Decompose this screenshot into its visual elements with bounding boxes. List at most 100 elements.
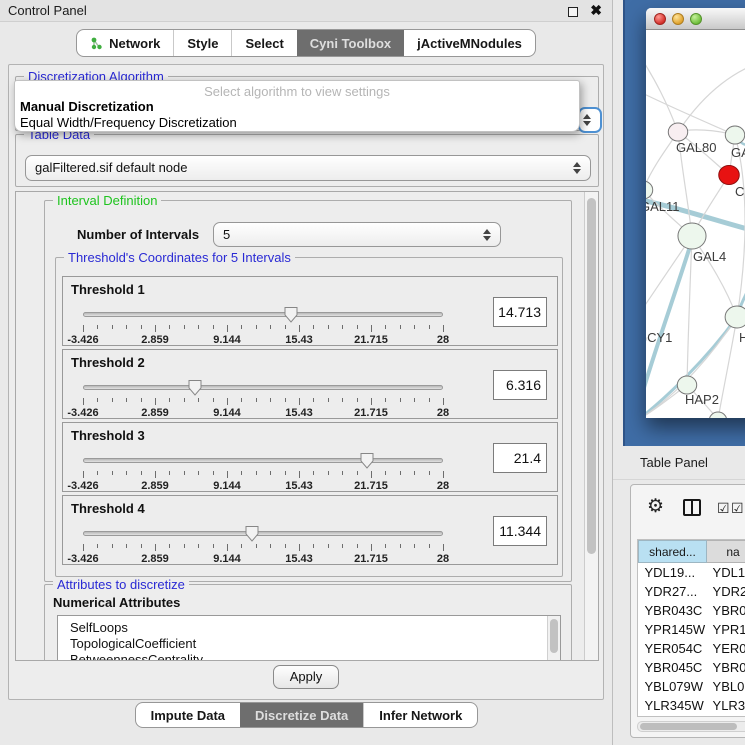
minimize-traffic-light-icon[interactable] [672, 13, 684, 25]
scrollbar-thumb[interactable] [587, 198, 596, 554]
table-data-combobox-value: galFiltered.sif default node [35, 160, 187, 175]
slider-thumb-icon[interactable] [360, 452, 374, 469]
slider-ticks [83, 325, 443, 333]
network-window-titlebar[interactable] [646, 8, 745, 30]
threshold-label: Threshold 1 [71, 282, 145, 297]
number-of-intervals-value: 5 [223, 227, 230, 242]
column-header-shared-name[interactable]: shared... [639, 541, 707, 563]
tab-network[interactable]: Network [77, 30, 173, 56]
table-row[interactable]: YBL079WYBL0 [639, 677, 745, 696]
attribute-list-item[interactable]: TopologicalCoefficient [58, 635, 560, 651]
table-row[interactable]: YIL052CYIL0 [639, 715, 745, 718]
threshold-panel: Threshold 2 -3.4262.8599.14415.4321.7152… [62, 349, 558, 419]
gear-icon[interactable]: ⚙ [647, 496, 664, 518]
network-canvas[interactable]: GAL80GACGAL11GAL4GCY1HAHAP2 [646, 30, 745, 418]
top-tab-bar: Network Style Select Cyni Toolbox jActiv… [0, 29, 612, 57]
network-view-window[interactable]: GAL80GACGAL11GAL4GCY1HAHAP2 [646, 8, 745, 418]
slider-scale-labels: -3.4262.8599.14415.4321.71528 [83, 480, 443, 492]
network-node-label: GCY1 [646, 330, 672, 345]
column-header-name[interactable]: na [707, 541, 745, 563]
network-node-label: GAL80 [676, 140, 716, 155]
table-row[interactable]: YBR045CYBR0 [639, 658, 745, 677]
dropdown-item-manual-discretization[interactable]: Manual Discretization [18, 99, 576, 115]
slider-thumb-icon[interactable] [245, 525, 259, 542]
tab-impute-data[interactable]: Impute Data [136, 703, 240, 727]
threshold-panel: Threshold 4 -3.4262.8599.14415.4321.7152… [62, 495, 558, 565]
attribute-list-item[interactable]: BetweennessCentrality [58, 651, 560, 661]
slider-thumb-icon[interactable] [284, 306, 298, 323]
slider-track[interactable] [83, 312, 443, 317]
control-panel: Control Panel ✖ Network Style Select [0, 0, 613, 745]
bottom-tab-bar: Impute Data Discretize Data Infer Networ… [0, 702, 613, 728]
tab-cyni-toolbox[interactable]: Cyni Toolbox [297, 30, 404, 56]
node-table: shared... na YDL19...YDL1YDR27...YDR2YBR… [637, 539, 745, 717]
table-data-group: Table Data galFiltered.sif default node [15, 134, 599, 187]
scrollbar-thumb[interactable] [640, 723, 737, 730]
close-traffic-light-icon[interactable] [654, 13, 666, 25]
tab-infer-network[interactable]: Infer Network [363, 703, 477, 727]
slider-track[interactable] [83, 458, 443, 463]
dropdown-placeholder-item: Select algorithm to view settings [15, 84, 579, 99]
interval-definition-group: Interval Definition Number of Intervals … [44, 200, 572, 582]
slider-thumb-icon[interactable] [188, 379, 202, 396]
threshold-value-field[interactable]: 14.713 [493, 297, 547, 327]
checkbox-checked-icon[interactable]: ☑ [717, 500, 730, 517]
slider-scale-labels: -3.4262.8599.14415.4321.71528 [83, 407, 443, 419]
app-screen: Control Panel ✖ Network Style Select [0, 0, 745, 745]
network-node-label: C [735, 184, 744, 199]
network-node-label: HAP2 [685, 392, 719, 407]
algorithm-combobox[interactable] [578, 107, 602, 133]
slider-ticks [83, 471, 443, 479]
table-row[interactable]: YDR27...YDR2 [639, 582, 745, 601]
network-node-label: HA [739, 330, 745, 345]
table-row[interactable]: YER054CYER0 [639, 639, 745, 658]
threshold-slider[interactable]: -3.4262.8599.14415.4321.71528 [83, 524, 443, 564]
control-panel-title: Control Panel [8, 3, 87, 18]
network-node-label: GAL11 [646, 199, 680, 214]
number-of-intervals-combobox[interactable]: 5 [213, 222, 501, 247]
threshold-slider[interactable]: -3.4262.8599.14415.4321.71528 [83, 378, 443, 418]
zoom-traffic-light-icon[interactable] [690, 13, 702, 25]
tab-style[interactable]: Style [173, 30, 231, 56]
attribute-list-item[interactable]: SelfLoops [58, 619, 560, 635]
attributes-group-title: Attributes to discretize [53, 577, 189, 592]
checkbox-checked-icon[interactable]: ☑ [731, 500, 744, 517]
network-node[interactable] [678, 223, 706, 249]
thresholds-group: Threshold's Coordinates for 5 Intervals … [55, 257, 563, 577]
tab-jactivemnodules[interactable]: jActiveMNodules [404, 30, 535, 56]
apply-button[interactable]: Apply [273, 665, 340, 689]
threshold-value-field[interactable]: 6.316 [493, 370, 547, 400]
threshold-value-field[interactable]: 11.344 [493, 516, 547, 546]
table-data-combobox[interactable]: galFiltered.sif default node [25, 155, 591, 181]
table-horizontal-scrollbar[interactable] [637, 721, 745, 732]
slider-ticks [83, 398, 443, 406]
network-node[interactable] [719, 166, 740, 185]
settings-vertical-scrollbar[interactable] [584, 192, 598, 660]
close-icon[interactable]: ✖ [590, 2, 602, 19]
slider-track[interactable] [83, 531, 443, 536]
table-row[interactable]: YDL19...YDL1 [639, 563, 745, 582]
table-row[interactable]: YBR043CYBR0 [639, 601, 745, 620]
network-node[interactable] [668, 123, 687, 141]
network-node[interactable] [725, 306, 745, 328]
slider-scale-labels: -3.4262.8599.14415.4321.71528 [83, 334, 443, 346]
slider-scale-labels: -3.4262.8599.14415.4321.71528 [83, 553, 443, 565]
network-node[interactable] [646, 181, 653, 199]
table-row[interactable]: YLR345WYLR3 [639, 696, 745, 715]
table-row[interactable]: YPR145WYPR1 [639, 620, 745, 639]
numerical-attributes-label: Numerical Attributes [53, 595, 180, 610]
attributes-list-scrollbar[interactable] [547, 616, 560, 661]
threshold-slider[interactable]: -3.4262.8599.14415.4321.71528 [83, 451, 443, 491]
threshold-label: Threshold 2 [71, 355, 145, 370]
float-window-icon[interactable] [568, 7, 578, 17]
attributes-list: SelfLoopsTopologicalCoefficientBetweenne… [58, 616, 560, 661]
split-columns-icon[interactable] [683, 499, 701, 516]
threshold-slider[interactable]: -3.4262.8599.14415.4321.71528 [83, 305, 443, 345]
slider-track[interactable] [83, 385, 443, 390]
tab-discretize-data[interactable]: Discretize Data [240, 703, 363, 727]
network-node[interactable] [725, 126, 744, 144]
tab-select[interactable]: Select [231, 30, 296, 56]
dropdown-item-equal-width-frequency[interactable]: Equal Width/Frequency Discretization [18, 115, 576, 131]
threshold-value-field[interactable]: 21.4 [493, 443, 547, 473]
network-desktop-area: GAL80GACGAL11GAL4GCY1HAHAP2 [623, 0, 745, 446]
